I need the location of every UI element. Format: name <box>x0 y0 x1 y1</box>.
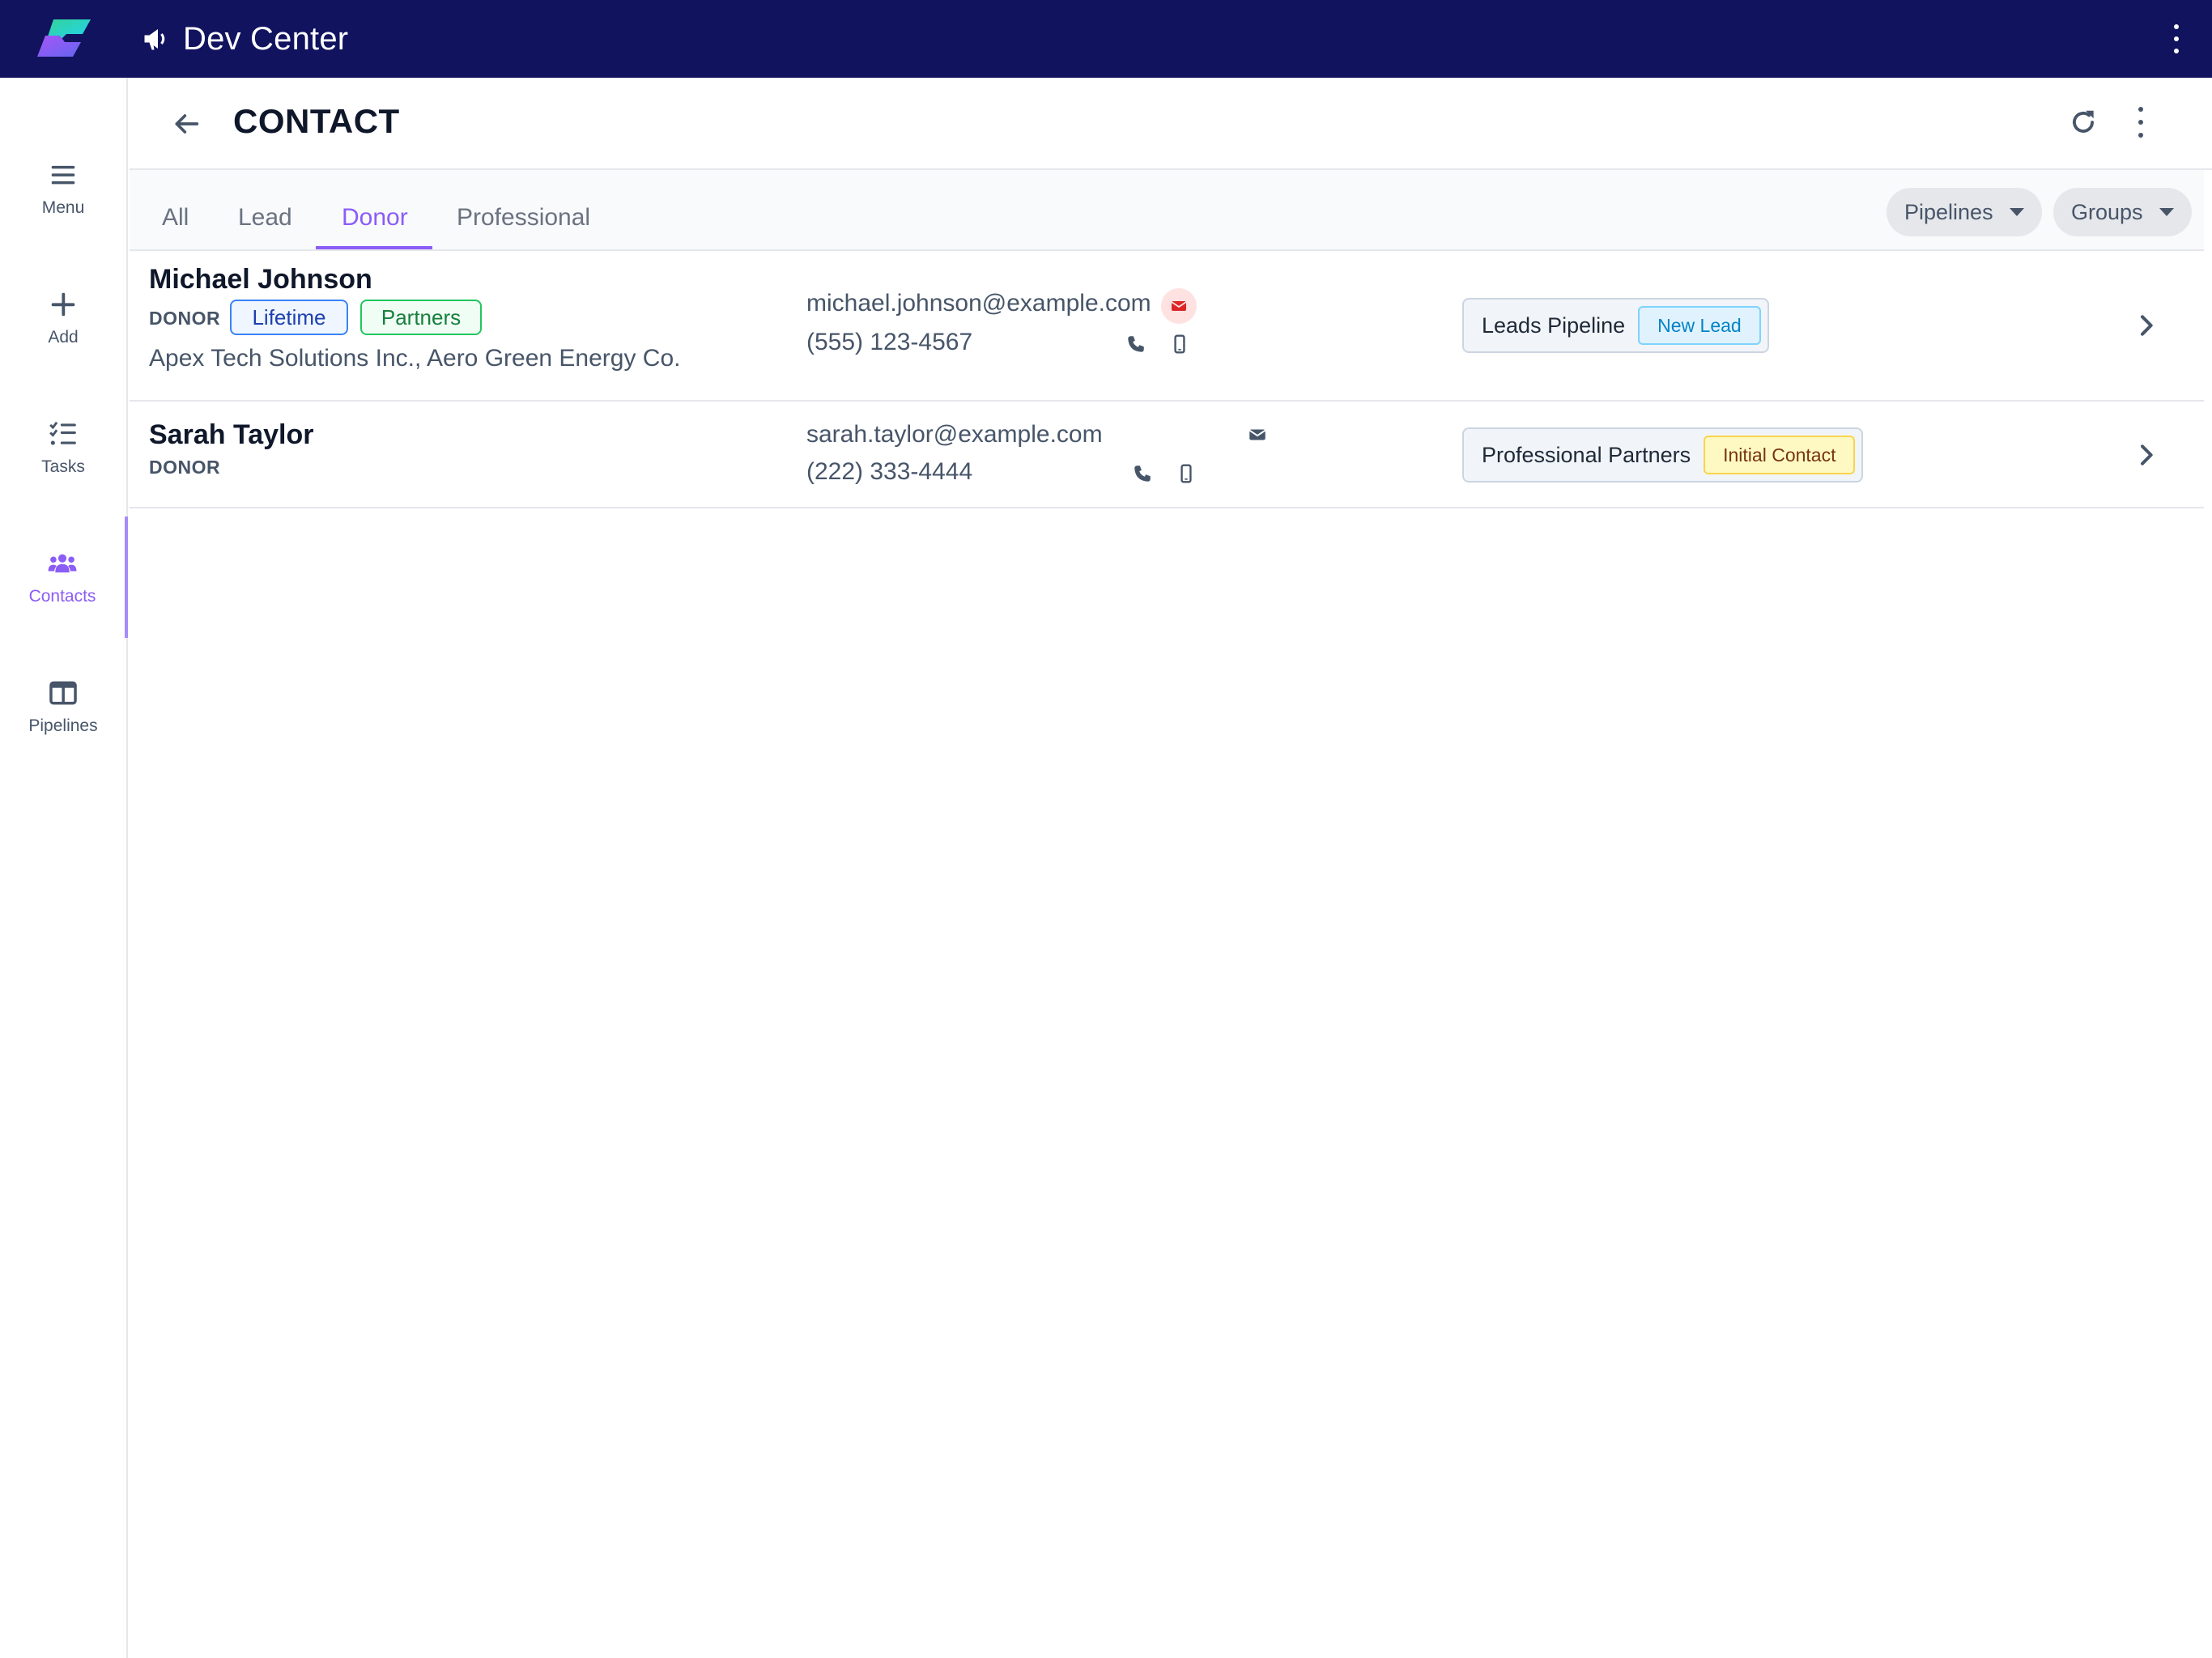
contact-row[interactable]: Sarah Taylor DONOR sarah.taylor@example.… <box>130 402 2204 508</box>
contact-phone[interactable]: (555) 123-4567 <box>806 329 972 356</box>
groups-filter-dropdown[interactable]: Groups <box>2053 188 2192 236</box>
pipeline-name: Leads Pipeline <box>1482 312 1626 338</box>
envelope-icon <box>1171 301 1187 311</box>
contact-row[interactable]: Michael Johnson DONOR Lifetime Partners … <box>130 251 2204 402</box>
stage-badge: Initial Contact <box>1704 436 1856 474</box>
pipeline-name: Professional Partners <box>1482 442 1691 467</box>
columns-icon <box>49 681 77 705</box>
phone-icon[interactable] <box>1132 463 1153 484</box>
tab-bar: All Lead Donor Professional Pipelines Gr… <box>130 170 2204 251</box>
sidebar-item-label: Tasks <box>41 457 85 476</box>
page-title: CONTACT <box>233 102 400 140</box>
sidebar-item-label: Menu <box>41 198 85 217</box>
mobile-icon[interactable] <box>1169 334 1190 355</box>
refresh-icon[interactable] <box>2068 107 2099 138</box>
active-tab-indicator <box>316 246 432 249</box>
page-header: CONTACT <box>130 78 2212 170</box>
caret-down-icon <box>2159 208 2174 216</box>
contact-role: DONOR <box>149 457 221 478</box>
tag-partners: Partners <box>360 300 482 335</box>
sidebar-item-menu[interactable]: Menu <box>0 128 126 249</box>
chevron-right-icon[interactable] <box>2133 312 2159 338</box>
pipelines-filter-label: Pipelines <box>1904 199 1993 224</box>
users-icon <box>48 554 77 573</box>
app-more-icon[interactable] <box>2170 24 2183 53</box>
tab-all[interactable]: All <box>162 170 189 249</box>
pipeline-badge[interactable]: Professional Partners Initial Contact <box>1462 427 1864 483</box>
megaphone-icon <box>144 29 165 50</box>
app-title: Dev Center <box>183 20 349 57</box>
sidebar-item-label: Add <box>48 328 79 346</box>
contact-name[interactable]: Michael Johnson <box>149 264 372 295</box>
app-brand: Dev Center <box>141 0 348 78</box>
contact-phone[interactable]: (222) 333-4444 <box>806 458 972 486</box>
envelope-icon[interactable] <box>1247 424 1268 445</box>
tasks-icon <box>49 421 76 445</box>
sidebar: Menu Add Tasks Contacts Pipelines <box>0 78 128 1658</box>
top-bar: Dev Center <box>0 0 2212 78</box>
contact-email[interactable]: michael.johnson@example.com <box>806 290 1151 317</box>
sidebar-item-tasks[interactable]: Tasks <box>0 387 126 508</box>
contact-name[interactable]: Sarah Taylor <box>149 419 313 451</box>
groups-filter-label: Groups <box>2071 199 2143 224</box>
email-status-badge[interactable] <box>1161 288 1197 324</box>
caret-down-icon <box>2009 208 2024 216</box>
mobile-icon[interactable] <box>1176 463 1197 484</box>
contact-role: DONOR <box>149 308 221 329</box>
back-arrow-icon[interactable] <box>170 108 202 140</box>
stage-badge: New Lead <box>1638 306 1761 345</box>
app-logo-icon[interactable] <box>36 18 92 58</box>
phone-icon[interactable] <box>1125 334 1146 355</box>
chevron-right-icon[interactable] <box>2133 442 2159 468</box>
sidebar-item-add[interactable]: Add <box>0 257 126 379</box>
more-options-icon[interactable] <box>2134 107 2147 138</box>
pipeline-badge[interactable]: Leads Pipeline New Lead <box>1462 298 1769 353</box>
contact-email[interactable]: sarah.taylor@example.com <box>806 421 1103 449</box>
contact-companies: Apex Tech Solutions Inc., Aero Green Ene… <box>149 345 681 372</box>
sidebar-item-label: Pipelines <box>28 716 98 735</box>
pipelines-filter-dropdown[interactable]: Pipelines <box>1887 188 2042 236</box>
tab-donor[interactable]: Donor <box>342 170 408 249</box>
sidebar-item-contacts[interactable]: Contacts <box>0 517 128 638</box>
tag-lifetime: Lifetime <box>230 300 348 335</box>
tab-professional[interactable]: Professional <box>457 170 590 249</box>
sidebar-item-label: Contacts <box>28 587 96 606</box>
plus-icon <box>51 292 75 317</box>
sidebar-item-pipelines[interactable]: Pipelines <box>0 646 126 767</box>
tab-lead[interactable]: Lead <box>238 170 292 249</box>
menu-icon <box>51 165 75 185</box>
